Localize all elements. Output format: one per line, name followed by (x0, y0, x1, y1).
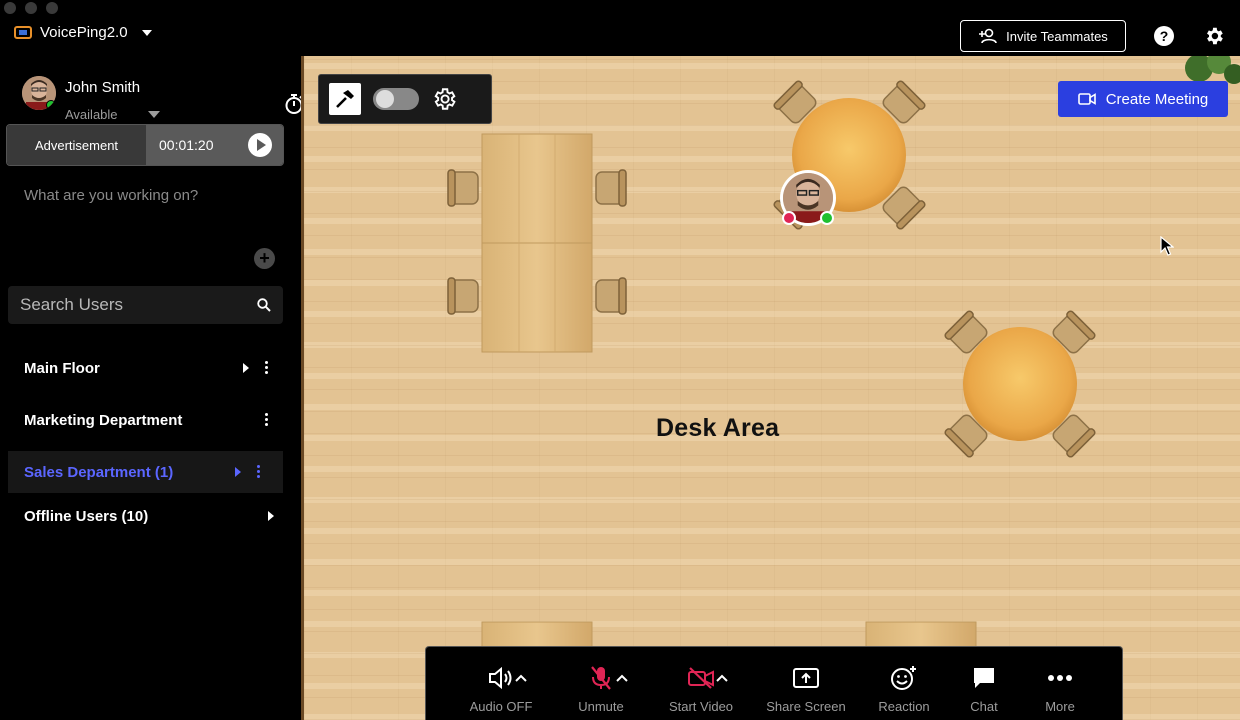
search-icon[interactable] (257, 298, 271, 312)
muted-mic-badge-icon (782, 211, 796, 225)
close-window-dot[interactable] (4, 2, 16, 14)
room-main-floor[interactable]: Main Floor (8, 347, 283, 389)
reaction-button[interactable]: Reaction (859, 665, 949, 714)
start-video-button[interactable]: Start Video (656, 665, 746, 714)
office-map[interactable]: Create Meeting Desk Area (304, 56, 1240, 720)
working-on-input[interactable] (10, 180, 284, 210)
online-status-dot (46, 100, 56, 110)
sidebar: John Smith Available Advertisement 00:01… (0, 56, 303, 720)
workspace-switcher[interactable]: VoicePing2.0 (14, 24, 152, 41)
invite-teammates-button[interactable]: Invite Teammates (960, 20, 1126, 52)
map-furniture (447, 56, 1240, 720)
mouse-cursor-icon (1160, 236, 1174, 256)
hammer-build-icon[interactable] (329, 83, 361, 115)
create-meeting-button[interactable]: Create Meeting (1058, 81, 1228, 117)
more-button[interactable]: More (1015, 665, 1105, 714)
status-selector[interactable]: Available (65, 107, 160, 122)
call-controls-bar: Audio OFF Unmute Start Video Share Scree… (425, 646, 1123, 720)
unmute-label: Unmute (578, 699, 624, 714)
add-room-plus-icon[interactable]: + (254, 248, 275, 269)
chat-label: Chat (970, 699, 998, 714)
user-name: John Smith (65, 79, 141, 96)
room-label: Offline Users (10) (24, 507, 149, 525)
room-sales-department[interactable]: Sales Department (1) (8, 451, 283, 493)
search-users-box (8, 286, 283, 324)
expand-arrow-icon[interactable] (243, 363, 249, 373)
create-meeting-label: Create Meeting (1105, 90, 1209, 108)
long-desk (447, 133, 627, 353)
play-icon[interactable] (248, 133, 272, 157)
room-options-icon[interactable] (265, 361, 268, 374)
invite-teammates-label: Invite Teammates (1006, 28, 1108, 44)
mic-off-icon (591, 666, 611, 690)
video-camera-icon (1077, 93, 1096, 105)
room-label: Main Floor (24, 359, 100, 377)
plant (1185, 56, 1240, 84)
room-marketing-department[interactable]: Marketing Department (8, 399, 283, 441)
voiceping-logo-icon (14, 25, 32, 39)
map-settings-gear-icon[interactable] (431, 86, 457, 112)
chevron-up-icon[interactable] (616, 674, 628, 682)
chat-icon (974, 668, 994, 688)
audio-button[interactable]: Audio OFF (456, 665, 546, 714)
workspace-name: VoicePing2.0 (40, 24, 128, 41)
avatar[interactable] (22, 76, 56, 110)
video-off-icon (688, 667, 714, 689)
advertisement-bar: Advertisement 00:01:20 (6, 124, 284, 166)
status-label: Available (65, 107, 118, 122)
advertisement-label: Advertisement (7, 125, 146, 165)
room-label: Sales Department (1) (24, 463, 174, 481)
maximize-window-dot[interactable] (46, 2, 58, 14)
help-icon[interactable]: ? (1154, 26, 1174, 46)
chevron-up-icon[interactable] (716, 674, 728, 682)
chevron-up-icon[interactable] (515, 674, 527, 682)
unmute-button[interactable]: Unmute (556, 665, 646, 714)
map-toolbar (318, 74, 492, 124)
audio-label: Audio OFF (469, 699, 533, 714)
search-users-input[interactable] (20, 295, 220, 315)
minimize-window-dot[interactable] (25, 2, 37, 14)
map-user-avatar[interactable] (780, 170, 836, 226)
more-label: More (1045, 699, 1075, 714)
caret-down-icon (141, 29, 152, 36)
area-label: Desk Area (656, 414, 780, 442)
more-icon (1048, 675, 1072, 681)
expand-arrow-icon[interactable] (235, 467, 241, 477)
share-screen-label: Share Screen (766, 699, 846, 714)
expand-arrow-icon[interactable] (268, 511, 274, 521)
mode-toggle[interactable] (373, 88, 419, 110)
room-offline-users[interactable]: Offline Users (10) (8, 495, 283, 537)
start-video-label: Start Video (668, 699, 734, 714)
round-table-right (943, 309, 1097, 459)
share-screen-icon (793, 668, 819, 688)
window-controls (4, 2, 58, 14)
room-options-icon[interactable] (265, 413, 268, 426)
share-screen-button[interactable]: Share Screen (761, 665, 851, 714)
room-options-icon[interactable] (257, 465, 260, 478)
reaction-icon (891, 666, 916, 690)
reaction-label: Reaction (878, 699, 930, 714)
online-status-dot (820, 211, 834, 225)
speaker-icon (489, 667, 512, 689)
room-label: Marketing Department (24, 411, 183, 429)
current-user: John Smith Available (22, 66, 303, 122)
settings-gear-icon[interactable] (1203, 25, 1225, 47)
status-dropdown-icon (147, 111, 160, 118)
add-user-icon (979, 28, 997, 44)
